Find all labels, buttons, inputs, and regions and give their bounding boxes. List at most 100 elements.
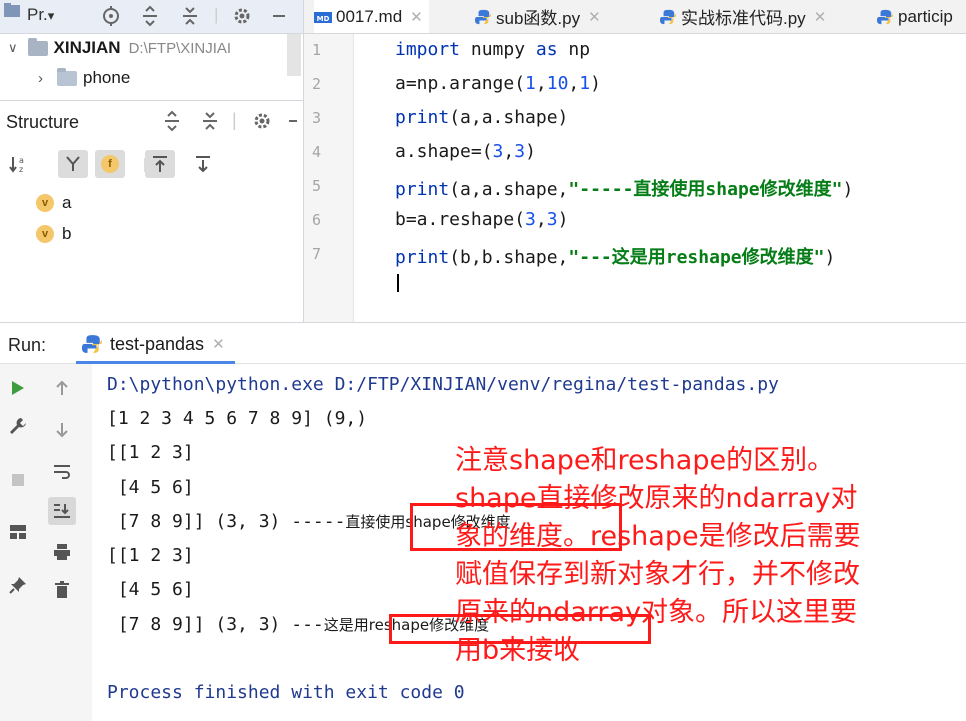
collapse-all-icon[interactable] [201,110,219,137]
arrow-down-icon[interactable] [48,416,76,444]
code-line-5: print(a,a.shape,"-----直接使用shape修改维度") [395,179,854,200]
tab-shizhan-py[interactable]: 实战标准代码.py ✕ [659,0,826,33]
tab-label: particip [898,6,953,26]
code-editor[interactable]: 1 2 3 4 5 6 7 import numpy as np a=np.ar… [303,34,966,322]
rerun-icon[interactable] [4,374,32,402]
markdown-icon: MD [314,12,332,23]
tree-item-label: phone [83,68,131,87]
svg-text:z: z [19,165,23,174]
python-icon [475,9,491,24]
tab-label: sub函数.py [496,9,581,28]
structure-item-a[interactable]: v a [36,191,71,215]
tab-label: 实战标准代码.py [681,9,806,28]
run-tab-label: test-pandas [110,333,205,354]
tree-item-phone[interactable]: › phone [38,64,130,92]
soft-wrap-icon[interactable] [48,457,76,485]
toolbar-separator: | [214,5,219,24]
close-icon[interactable]: ✕ [212,335,225,353]
hide-panel-icon[interactable] [270,0,288,34]
tab-label: 0017.md [336,7,403,26]
show-inherited-icon[interactable] [58,150,88,178]
project-tree: ∨ XINJIAN D:\FTP\XINJIAI › phone [0,34,303,100]
project-root-path: D:\FTP\XINJIAI [128,39,232,57]
print-icon[interactable] [48,538,76,566]
scroll-to-end-icon[interactable] [48,497,76,525]
close-icon[interactable]: ✕ [588,8,601,26]
scrollbar-thumb[interactable] [287,34,301,76]
structure-header: Structure | [0,101,303,143]
pin-icon[interactable] [4,571,32,599]
collapse-all-icon[interactable] [180,0,200,34]
folder-icon [27,37,48,56]
svg-text:MD: MD [317,15,330,23]
structure-item-b[interactable]: v b [36,222,71,246]
annotation-highlight-box [410,503,622,551]
code-line-4: a.shape=(3,3) [395,141,536,162]
structure-item-label: b [62,224,72,243]
python-icon [660,9,676,24]
run-label: Run: [8,335,47,355]
line-number: 1 [312,41,322,59]
chevron-down-icon: ▾ [47,8,55,23]
code-line-7: print(b,b.shape,"---这是用reshape修改维度") [395,247,836,268]
tab-particip-py[interactable]: particip [876,0,953,33]
annotation-highlight-box [389,614,651,644]
python-icon [82,335,102,353]
tab-sub-py[interactable]: sub函数.py ✕ [474,0,601,33]
hide-panel-icon[interactable] [287,110,299,137]
run-toolbar [0,364,92,721]
project-view-dropdown[interactable]: Pr.▾ [27,0,54,34]
python-icon [877,9,893,24]
run-tab-test-pandas[interactable]: test-pandas ✕ [76,327,235,364]
trash-icon[interactable] [48,576,76,604]
tab-0017-md[interactable]: MD 0017.md ✕ [314,0,429,33]
toolbar-separator: | [232,110,237,130]
close-icon[interactable]: ✕ [814,8,827,26]
console-line: [[1 2 3] [107,442,194,463]
wrench-icon[interactable] [4,412,32,440]
gear-icon[interactable] [252,110,272,137]
expand-all-icon[interactable] [140,0,160,34]
tree-item-xinjian[interactable]: ∨ XINJIAN D:\FTP\XINJIAI [8,34,231,62]
text-caret [397,274,399,292]
close-icon[interactable]: ✕ [410,8,423,26]
chevron-right-icon[interactable]: › [38,70,43,87]
line-number: 6 [312,211,322,229]
editor-tab-bar: MD 0017.md ✕ sub函数.py ✕ 实战标准代码.py ✕ part… [303,0,966,34]
structure-toolbar: az | f | [0,146,303,182]
code-line-6: b=a.reshape(3,3) [395,209,569,230]
folder-icon [57,67,77,86]
svg-text:a: a [19,156,24,165]
structure-panel: Structure | az | f | [0,100,303,322]
line-number: 3 [312,109,322,127]
project-root-name: XINJIAN [53,38,121,57]
console-command-line: D:\python\python.exe D:/FTP/XINJIAN/venv… [107,374,779,395]
console-exit-line: Process finished with exit code 0 [107,682,465,703]
sort-alpha-icon[interactable]: az [4,150,34,178]
layout-icon[interactable] [4,518,32,546]
gear-icon[interactable] [232,0,252,34]
arrow-up-icon[interactable] [48,374,76,402]
run-panel-header: Run: test-pandas ✕ [0,322,966,364]
locate-icon[interactable] [100,0,122,34]
console-line: [[1 2 3] [107,545,194,566]
project-toolbar: Pr.▾ | [0,0,303,34]
show-fields-icon[interactable]: f [95,150,125,178]
autoscroll-to-source-icon[interactable] [188,150,218,178]
scroll-from-source-icon[interactable] [145,150,175,178]
variable-icon: v [36,194,54,212]
project-view-label: Pr. [27,5,48,24]
code-line-1: import numpy as np [395,39,591,60]
expand-all-icon[interactable] [163,110,181,137]
console-line: [1 2 3 4 5 6 7 8 9] (9,) [107,408,368,429]
annotation-line: 注意shape和reshape的区别。 [455,445,835,476]
line-number: 5 [312,177,322,195]
variable-icon: v [36,225,54,243]
chevron-down-icon[interactable]: ∨ [8,40,18,56]
project-view-icon[interactable] [2,0,24,34]
line-number: 2 [312,75,322,93]
line-number: 7 [312,245,322,263]
stop-icon[interactable] [4,466,32,494]
console-line: [4 5 6] [107,579,194,600]
line-number: 4 [312,143,322,161]
